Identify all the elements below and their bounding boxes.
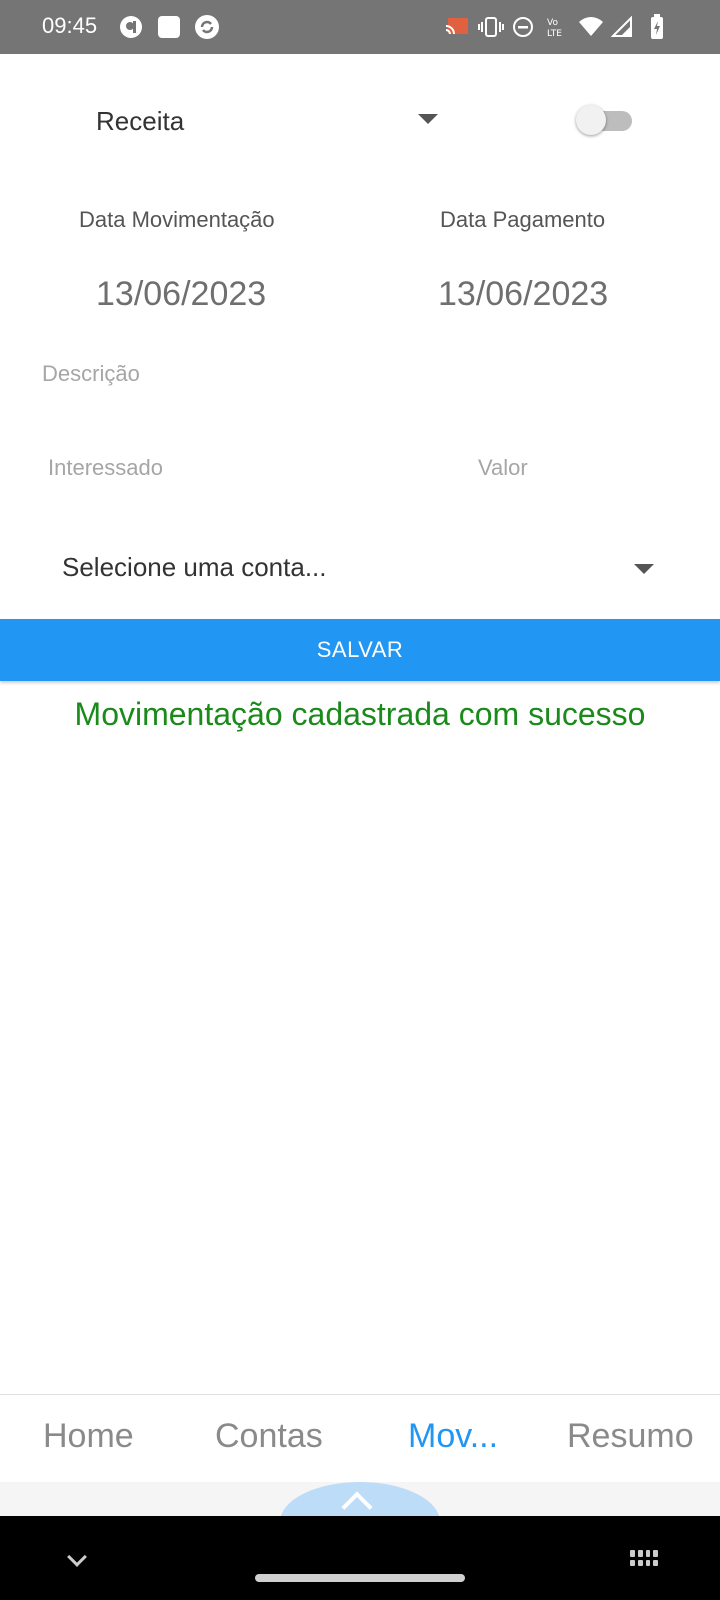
app-circle-icon xyxy=(118,14,144,40)
battery-icon xyxy=(644,14,670,40)
signal-icon xyxy=(610,14,636,40)
tab-expand-area xyxy=(0,1482,720,1516)
app-square-icon xyxy=(156,14,182,40)
valor-input[interactable] xyxy=(478,450,678,486)
data-movimentacao-field[interactable]: 13/06/2023 xyxy=(96,275,266,314)
data-pagamento-field[interactable]: 13/06/2023 xyxy=(438,275,608,314)
toggle-thumb xyxy=(576,105,606,135)
descricao-input[interactable] xyxy=(42,356,682,392)
tab-resumo[interactable]: Resumo xyxy=(567,1417,694,1456)
conta-select[interactable]: Selecione uma conta... xyxy=(62,548,654,592)
data-movimentacao-label: Data Movimentação xyxy=(79,207,275,232)
interessado-input[interactable] xyxy=(48,450,428,486)
sync-icon xyxy=(194,14,220,40)
cast-icon xyxy=(444,14,470,40)
keyboard-icon[interactable] xyxy=(630,1550,658,1566)
tab-home[interactable]: Home xyxy=(43,1417,134,1456)
home-gesture-pill[interactable] xyxy=(255,1574,465,1582)
do-not-disturb-icon xyxy=(510,14,536,40)
svg-text:Vo: Vo xyxy=(547,18,558,28)
wifi-icon xyxy=(578,14,604,40)
success-message: Movimentação cadastrada com sucesso xyxy=(74,696,646,732)
tab-movimentacoes[interactable]: Mov... xyxy=(408,1417,498,1456)
dropdown-arrow-icon xyxy=(418,114,438,124)
status-time: 09:45 xyxy=(42,13,98,38)
tab-contas[interactable]: Contas xyxy=(215,1417,323,1456)
system-nav-bar xyxy=(0,1516,720,1600)
tipo-select[interactable]: Receita xyxy=(96,98,446,146)
tipo-selected-value: Receita xyxy=(96,106,185,136)
chevron-down-icon[interactable] xyxy=(67,1547,87,1567)
status-bar: 09:45 Vo LTE xyxy=(0,0,720,54)
tipo-toggle[interactable] xyxy=(576,104,636,136)
save-button[interactable]: SALVAR xyxy=(0,619,720,681)
vibrate-icon xyxy=(478,14,504,40)
conta-selected-value: Selecione uma conta... xyxy=(62,552,327,582)
volte-icon: Vo LTE xyxy=(544,14,570,40)
dropdown-arrow-icon xyxy=(634,564,654,574)
data-pagamento-label: Data Pagamento xyxy=(440,207,606,232)
svg-text:LTE: LTE xyxy=(547,29,562,39)
bottom-tab-bar: Home Contas Mov... Resumo xyxy=(0,1394,720,1482)
